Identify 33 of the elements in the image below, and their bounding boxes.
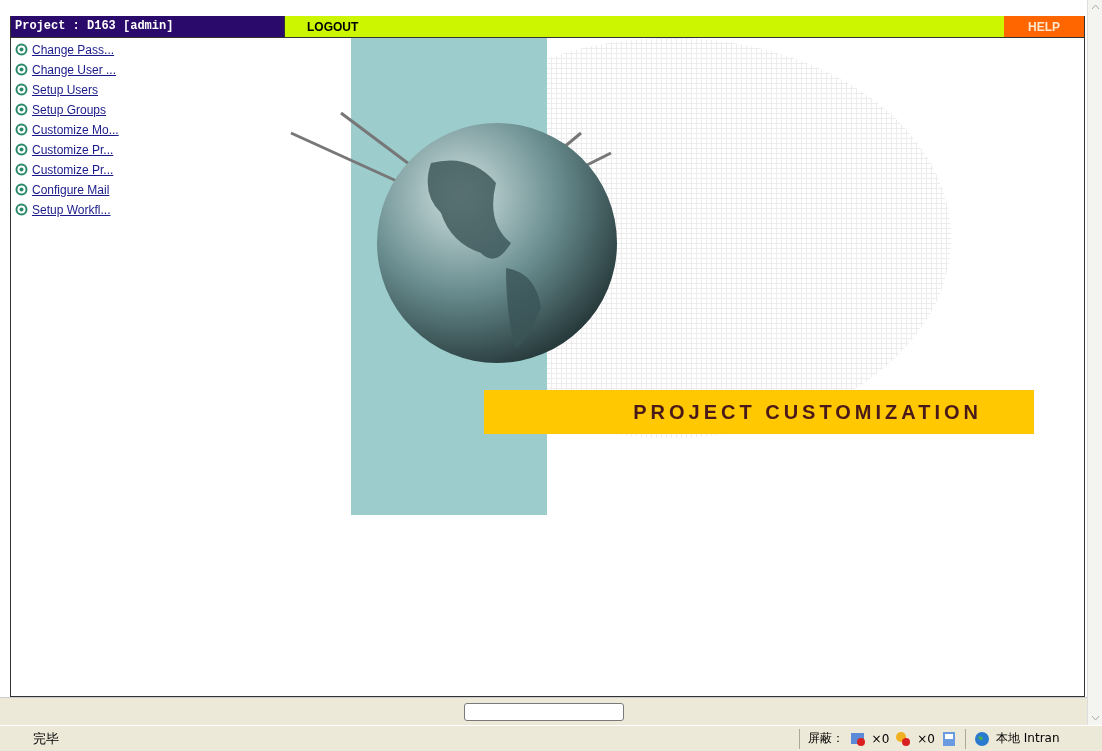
scroll-down-icon[interactable]: [1090, 715, 1100, 721]
bullet-icon: [15, 183, 28, 196]
menu-link[interactable]: Configure Mail: [32, 182, 110, 197]
menu-link[interactable]: Customize Pr...: [32, 142, 114, 157]
popup-count: ×0: [871, 731, 890, 746]
logout-link[interactable]: LOGOUT: [307, 19, 359, 34]
bullet-icon: [15, 63, 28, 76]
scroll-up-icon[interactable]: [1090, 4, 1100, 10]
project-title: Project : D163 [admin]: [11, 16, 284, 37]
bullet-icon: [15, 203, 28, 216]
popup-blocked-icon[interactable]: [849, 730, 866, 747]
scrollbar[interactable]: [1087, 0, 1102, 725]
zone-label: 本地 Intran: [996, 730, 1060, 747]
status-message: 完毕: [32, 729, 60, 748]
ad-count: ×0: [917, 731, 935, 746]
blocked-label: 屏蔽：: [807, 730, 844, 747]
menu-link[interactable]: Setup Groups: [32, 102, 107, 117]
menu-link[interactable]: Change User ...: [32, 62, 117, 77]
globe-icon: [974, 730, 990, 747]
bullet-icon: [15, 103, 28, 116]
ad-blocked-icon[interactable]: [895, 730, 912, 747]
text-field[interactable]: [463, 702, 624, 721]
menu-link[interactable]: Customize Pr...: [32, 162, 114, 177]
menu-link[interactable]: Change Pass...: [32, 42, 115, 57]
menu-link[interactable]: Setup Workfl...: [32, 202, 111, 217]
bullet-icon: [15, 123, 28, 136]
bullet-icon: [15, 83, 28, 96]
bullet-icon: [15, 163, 28, 176]
menu-link[interactable]: Setup Users: [32, 82, 99, 97]
bullet-icon: [15, 43, 28, 56]
menu-link[interactable]: Customize Mo...: [32, 122, 119, 137]
bullet-icon: [15, 143, 28, 156]
title-banner: PROJECT CUSTOMIZATION: [484, 390, 1034, 434]
